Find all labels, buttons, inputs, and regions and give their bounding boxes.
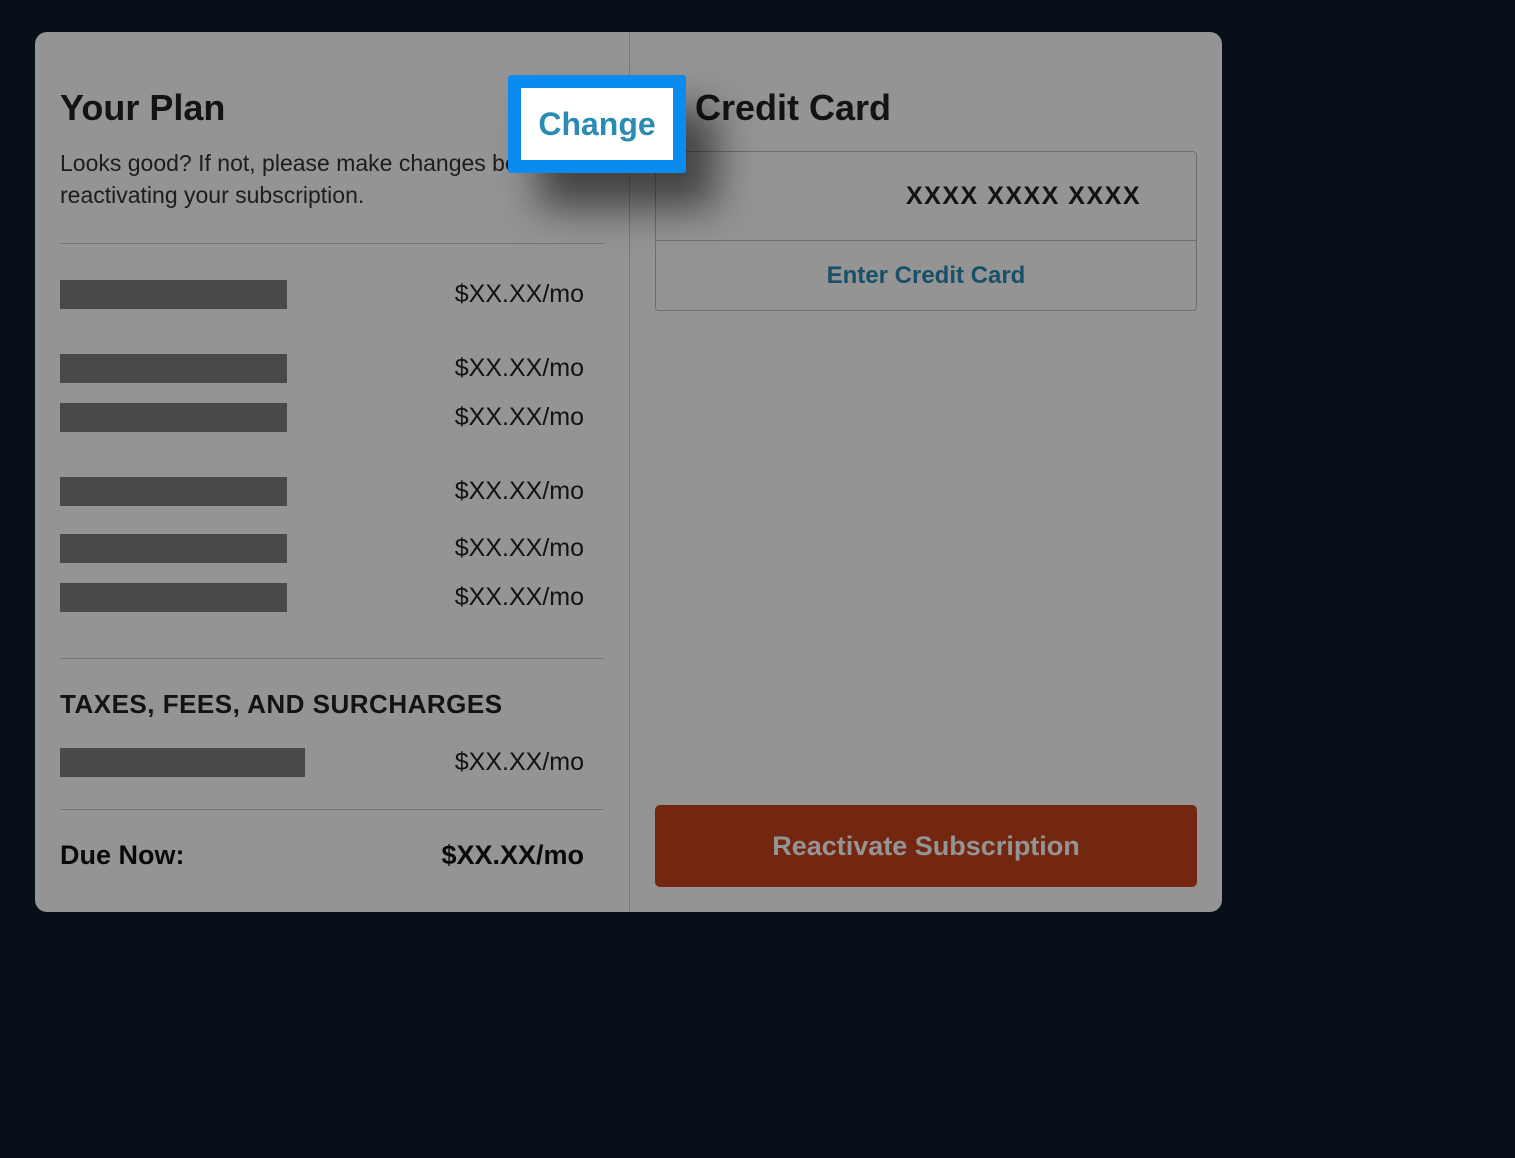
modal-backdrop [0,0,1515,1158]
change-plan-button[interactable]: Change [521,88,673,160]
change-button-highlight: Change [508,75,686,173]
